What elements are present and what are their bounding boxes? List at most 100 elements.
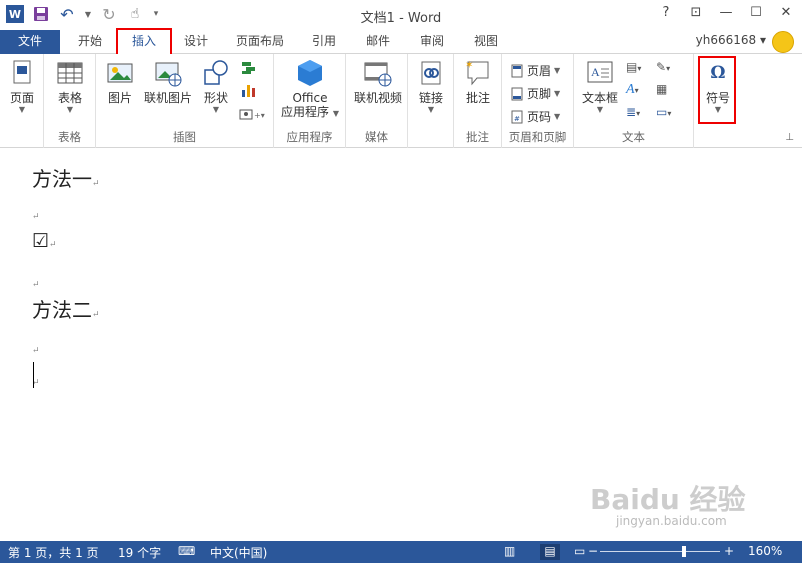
video-icon (363, 58, 393, 88)
language[interactable]: 中文(中国) (210, 544, 267, 561)
online-video-button[interactable]: 联机视频 (350, 58, 406, 105)
textbox-icon: A (585, 58, 615, 88)
watermark-logo: Baidu 经验 (590, 483, 746, 516)
picture-icon (105, 58, 135, 88)
screenshot-icon[interactable]: +▾ (239, 106, 265, 120)
group-media: 联机视频 媒体 (346, 54, 408, 148)
text-cursor (33, 362, 34, 388)
table-button[interactable]: 表格 ▼ (52, 58, 88, 115)
group-links: 链接 ▼ (408, 54, 454, 148)
tab-insert[interactable]: 插入 (116, 28, 172, 54)
zoom-slider[interactable] (600, 551, 720, 552)
group-pages: 页面 ▼ (0, 54, 44, 148)
signature-line-icon[interactable]: ✎▾ (656, 60, 670, 74)
footer-button[interactable]: 页脚 ▼ (510, 85, 560, 102)
page-number-button[interactable]: # 页码 ▼ (510, 108, 560, 125)
group-label-media: 媒体 (365, 130, 388, 144)
tab-layout[interactable]: 页面布局 (228, 30, 292, 54)
comment-button[interactable]: ✶ 批注 (460, 58, 496, 105)
pages-label: 页面 (9, 91, 34, 105)
close-button[interactable]: ✕ (778, 5, 794, 21)
textbox-button[interactable]: A 文本框 ▼ (578, 58, 622, 115)
group-apps: Office 应用程序 ▼ 应用程序 (274, 54, 346, 148)
links-button[interactable]: 链接 ▼ (413, 58, 449, 115)
chevron-down-icon: ▼ (212, 105, 220, 114)
zoom-level[interactable]: 160% (748, 544, 782, 558)
page-count[interactable]: 第 1 页，共 1 页 (8, 544, 99, 561)
word-count[interactable]: 19 个字 (118, 544, 161, 561)
group-symbols: Ω 符号 ▼ (694, 54, 742, 148)
date-time-icon[interactable]: ▦ (656, 82, 667, 96)
doc-line-6: ↵ (32, 338, 40, 357)
read-mode-icon[interactable]: ▥ (504, 544, 515, 558)
tab-home[interactable]: 开始 (70, 30, 110, 54)
page-number-label: 页码 (527, 110, 552, 124)
svg-text:✶: ✶ (465, 60, 473, 71)
ribbon-insert: 页面 ▼ 表格 ▼ 表格 图片 联机图片 形状 ▼ +▾ 插图 Office 应… (0, 54, 802, 148)
zoom-out-button[interactable]: − (588, 544, 598, 558)
chevron-down-icon: ▼ (596, 105, 604, 114)
pages-button[interactable]: 页面 ▼ (5, 58, 39, 115)
user-account[interactable]: yh666168 ▾ (696, 33, 766, 47)
group-text: A 文本框 ▼ ▤▾ A▾ ≣▾ ✎▾ ▦ ▭▾ 文本 (574, 54, 694, 148)
picture-button[interactable]: 图片 (102, 58, 138, 105)
online-picture-label: 联机图片 (143, 91, 192, 105)
table-label: 表格 (57, 91, 82, 105)
link-icon (416, 58, 446, 88)
object-icon[interactable]: ▭▾ (656, 105, 671, 119)
doc-line-4: ↵ (32, 272, 40, 291)
drop-cap-icon[interactable]: ≣▾ (626, 105, 640, 119)
shapes-button[interactable]: 形状 ▼ (198, 58, 234, 115)
heading-method-2: 方法二 (32, 298, 92, 322)
symbol-highlight-box (698, 56, 736, 124)
office-apps-button[interactable]: Office 应用程序 ▼ (278, 58, 342, 121)
window-controls: ? ⊡ — ☐ ✕ (658, 5, 794, 21)
paragraph-mark: ↵ (32, 280, 40, 290)
online-video-label: 联机视频 (353, 91, 402, 105)
paragraph-mark: ↵ (32, 212, 40, 222)
group-illustrations: 图片 联机图片 形状 ▼ +▾ 插图 (96, 54, 274, 148)
paragraph-mark: ↵ (32, 346, 40, 356)
checkbox-symbol: ☑ (32, 230, 50, 252)
smartart-icon[interactable] (241, 60, 257, 74)
heading-method-1: 方法一 (32, 167, 92, 191)
group-label-comments: 批注 (466, 130, 489, 144)
online-picture-button[interactable]: 联机图片 (142, 58, 194, 105)
header-button[interactable]: 页眉 ▼ (510, 62, 560, 79)
header-label: 页眉 (527, 64, 552, 78)
doc-line-3: ☑↵ (32, 230, 57, 252)
tab-file[interactable]: 文件 (0, 30, 60, 54)
ribbon-display-options-button[interactable]: ⊡ (688, 5, 704, 21)
quick-parts-icon[interactable]: ▤▾ (626, 60, 641, 74)
tab-mailings[interactable]: 邮件 (358, 30, 398, 54)
group-label-illustrations: 插图 (173, 130, 196, 144)
paragraph-mark: ↵ (92, 179, 100, 189)
chart-icon[interactable] (241, 82, 257, 98)
minimize-button[interactable]: — (718, 5, 734, 21)
tab-view[interactable]: 视图 (466, 30, 506, 54)
page-icon (7, 58, 37, 88)
tab-design[interactable]: 设计 (176, 30, 216, 54)
online-picture-icon (153, 58, 183, 88)
avatar[interactable] (772, 31, 794, 53)
paragraph-mark: ↵ (49, 240, 57, 250)
zoom-in-button[interactable]: + (724, 544, 734, 558)
svg-text:A: A (591, 65, 600, 79)
footer-label: 页脚 (527, 87, 552, 101)
web-layout-icon[interactable]: ▭ (574, 544, 585, 558)
tab-review[interactable]: 审阅 (412, 30, 452, 54)
print-layout-icon[interactable]: ▤ (540, 544, 560, 560)
maximize-button[interactable]: ☐ (748, 5, 764, 21)
title-bar: W ↶ ▼ ↻ ☝ ▾ 文档1 - Word ? ⊡ — ☐ ✕ (0, 0, 802, 30)
help-button[interactable]: ? (658, 5, 674, 21)
doc-line-1: 方法一↵ (32, 163, 100, 192)
tab-references[interactable]: 引用 (304, 30, 344, 54)
office-store-icon (295, 58, 325, 88)
zoom-slider-thumb[interactable] (682, 546, 686, 557)
picture-label: 图片 (107, 91, 132, 105)
wordart-icon[interactable]: A▾ (626, 82, 639, 98)
footer-icon (510, 87, 524, 101)
proofing-icon[interactable]: ⌨ (178, 544, 195, 558)
collapse-ribbon-icon[interactable]: ⊥ (785, 132, 794, 143)
shapes-icon (201, 58, 231, 88)
